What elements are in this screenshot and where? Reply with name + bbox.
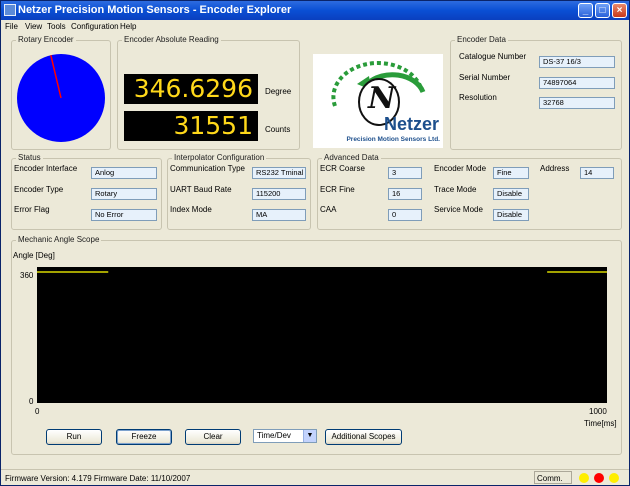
rotary-encoder-group: Rotary Encoder (11, 35, 111, 150)
ecr-fine-field: 16 (388, 188, 422, 200)
status-bar: Firmware Version: 4.179 Firmware Date: 1… (1, 469, 629, 485)
catalogue-number-field: DS-37 16/3 (539, 56, 615, 68)
uart-baud-rate-field: 115200 (252, 188, 306, 200)
resolution-field: 32768 (539, 97, 615, 109)
window-title: Netzer Precision Motion Sensors - Encode… (18, 4, 292, 16)
index-mode-label: Index Mode (170, 205, 212, 214)
address-label: Address (540, 164, 570, 173)
comm-label: Comm. (537, 474, 563, 483)
caa-field: 0 (388, 209, 422, 221)
netzer-logo: N Netzer Precision Motion Sensors Ltd. (313, 54, 443, 148)
catalogue-number-label: Catalogue Number (459, 52, 527, 61)
comm-led-1 (579, 473, 589, 483)
error-flag-field: No Error (91, 209, 157, 221)
minimize-icon[interactable]: _ (578, 3, 593, 18)
encoder-mode-label: Encoder Mode (434, 164, 487, 173)
menu-bar: File View Tools Configuration Help (1, 20, 629, 33)
comm-panel: Comm. (534, 471, 572, 484)
communication-type-field: RS232 Tminal (252, 167, 306, 179)
ecr-fine-label: ECR Fine (320, 185, 355, 194)
encoder-type-label: Encoder Type (14, 185, 64, 194)
encoder-mode-field: Fine (493, 167, 529, 179)
menu-view[interactable]: View (25, 22, 42, 31)
scope-x-max-tick: 1000 (589, 407, 607, 416)
error-flag-label: Error Flag (14, 205, 50, 214)
run-button[interactable]: Run (46, 429, 102, 445)
service-mode-label: Service Mode (434, 205, 483, 214)
service-mode-field: Disable (493, 209, 529, 221)
trace-mode-field: Disable (493, 188, 529, 200)
app-window: Netzer Precision Motion Sensors - Encode… (0, 0, 630, 486)
title-bar[interactable]: Netzer Precision Motion Sensors - Encode… (1, 1, 629, 20)
menu-configuration[interactable]: Configuration (71, 22, 119, 31)
rotary-encoder-dial (17, 54, 105, 142)
serial-number-label: Serial Number (459, 73, 511, 82)
scope-y-axis-label: Angle [Deg] (13, 251, 55, 260)
comm-led-2 (594, 473, 604, 483)
advanced-data-caption: Advanced Data (322, 153, 381, 162)
menu-file[interactable]: File (5, 22, 18, 31)
scope-plot-area (37, 267, 607, 403)
encoder-interface-label: Encoder Interface (14, 164, 78, 173)
degree-unit: Degree (265, 87, 292, 96)
address-field: 14 (580, 167, 614, 179)
freeze-button[interactable]: Freeze (116, 429, 172, 445)
serial-number-field: 74897064 (539, 77, 615, 89)
menu-help[interactable]: Help (120, 22, 136, 31)
firmware-info: Firmware Version: 4.179 Firmware Date: 1… (5, 474, 191, 483)
additional-scopes-button[interactable]: Additional Scopes (325, 429, 402, 445)
menu-tools[interactable]: Tools (47, 22, 66, 31)
degree-display: 346.6296 (124, 74, 258, 104)
time-dev-value: Time/Dev (257, 431, 291, 440)
scope-y-min-tick: 0 (29, 397, 34, 406)
status-group: Status Encoder Interface Anlog Encoder T… (11, 153, 162, 230)
encoder-data-caption: Encoder Data (455, 35, 508, 44)
encoder-data-group: Encoder Data Catalogue Number DS-37 16/3… (450, 35, 622, 150)
scope-caption: Mechanic Angle Scope (16, 235, 102, 244)
app-icon (4, 4, 16, 16)
advanced-data-group: Advanced Data ECR Coarse 3 ECR Fine 16 C… (317, 153, 622, 230)
communication-type-label: Communication Type (170, 164, 245, 173)
counts-unit: Counts (265, 125, 291, 134)
logo-tagline: Precision Motion Sensors Ltd. (346, 136, 440, 143)
maximize-icon[interactable]: □ (595, 3, 610, 18)
time-dev-select[interactable]: Time/Dev ▼ (253, 429, 317, 443)
encoder-type-field: Rotary (91, 188, 157, 200)
scope-y-max-tick: 360 (20, 271, 34, 280)
logo-brand: Netzer (383, 114, 439, 134)
absolute-reading-group: Encoder Absolute Reading 346.6296 Degree… (117, 35, 300, 150)
chevron-down-icon[interactable]: ▼ (303, 430, 316, 442)
trace-mode-label: Trace Mode (434, 185, 477, 194)
caa-label: CAA (320, 205, 337, 214)
scope-trace-layer (37, 271, 607, 273)
interpolator-config-caption: Interpolator Configuration (172, 153, 267, 162)
counts-display: 31551 (124, 111, 258, 141)
ecr-coarse-field: 3 (388, 167, 422, 179)
scope-x-min-tick: 0 (35, 407, 40, 416)
logo-letter: N (368, 81, 396, 116)
resolution-label: Resolution (459, 93, 497, 102)
status-caption: Status (16, 153, 43, 162)
rotary-encoder-caption: Rotary Encoder (16, 35, 76, 44)
close-icon[interactable]: × (612, 3, 627, 18)
encoder-interface-field: Anlog (91, 167, 157, 179)
clear-button[interactable]: Clear (185, 429, 241, 445)
ecr-coarse-label: ECR Coarse (320, 164, 365, 173)
uart-baud-rate-label: UART Baud Rate (170, 185, 232, 194)
comm-led-3 (609, 473, 619, 483)
absolute-reading-caption: Encoder Absolute Reading (122, 35, 221, 44)
index-mode-field: MA (252, 209, 306, 221)
scope-x-axis-label: Time[ms] (584, 419, 617, 428)
interpolator-config-group: Interpolator Configuration Communication… (167, 153, 311, 230)
